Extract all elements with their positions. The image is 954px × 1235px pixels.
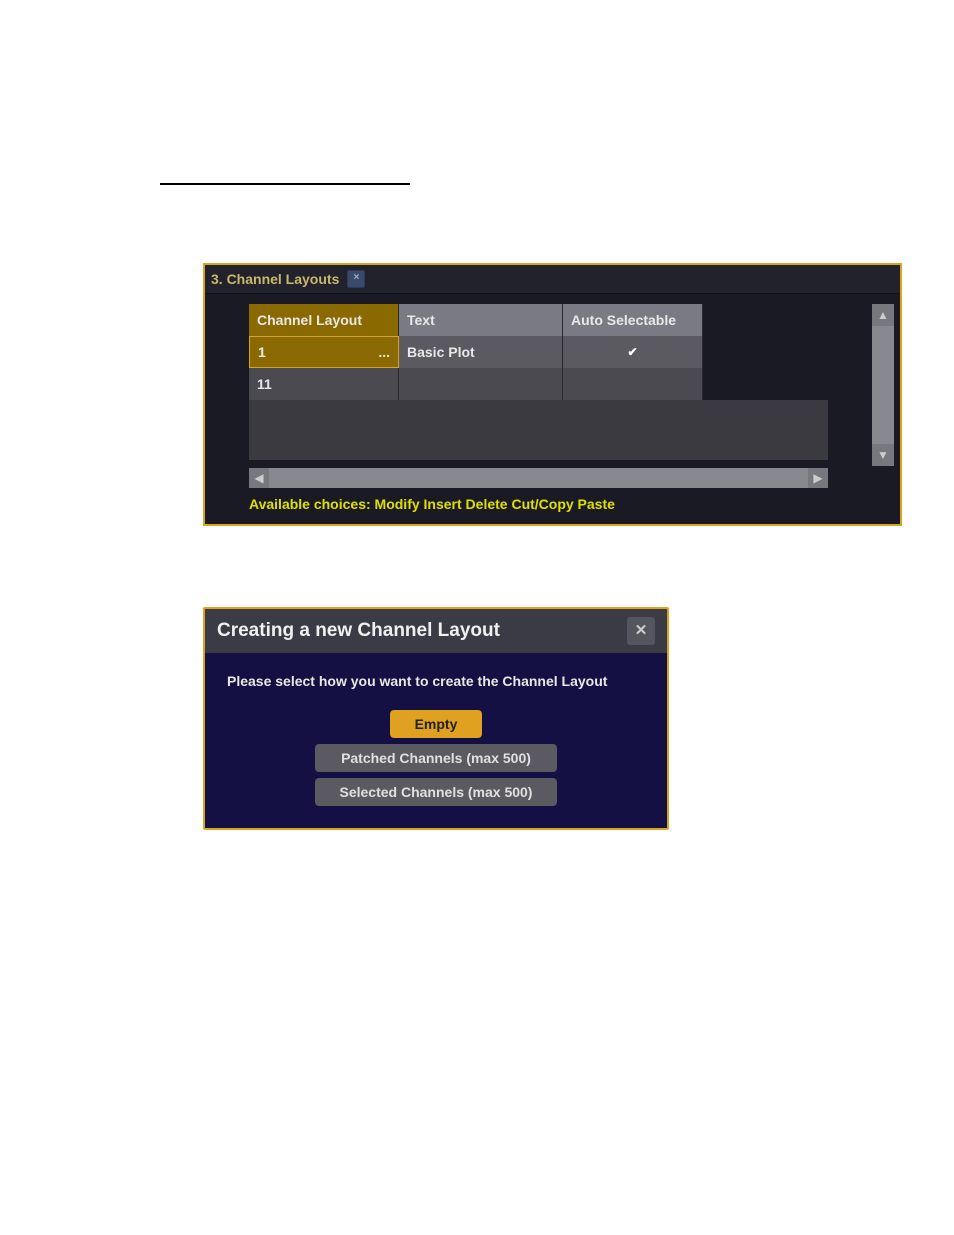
table-area: Channel Layout Text Auto Selectable 1 ..… — [249, 304, 900, 488]
patched-channels-button[interactable]: Patched Channels (max 500) — [315, 744, 557, 772]
vertical-scrollbar[interactable]: ▲ ▼ — [872, 304, 894, 466]
cell-layout-value: 1 — [258, 344, 266, 360]
scroll-right-icon[interactable]: ▶ — [808, 468, 828, 488]
cell-layout[interactable]: 11 — [249, 368, 399, 400]
table-empty-area — [249, 400, 828, 460]
header-channel-layout[interactable]: Channel Layout — [249, 304, 399, 336]
header-auto-selectable[interactable]: Auto Selectable — [563, 304, 703, 336]
ellipsis-icon[interactable]: ... — [378, 344, 390, 360]
cell-text[interactable]: Basic Plot — [399, 336, 563, 368]
empty-button[interactable]: Empty — [390, 710, 482, 738]
close-icon[interactable]: × — [347, 270, 365, 288]
cell-layout[interactable]: 1 ... — [249, 336, 399, 368]
create-channel-layout-dialog: Creating a new Channel Layout ✕ Please s… — [203, 607, 669, 830]
dialog-body: Please select how you want to create the… — [205, 653, 667, 828]
panel-title: 3. Channel Layouts — [211, 271, 339, 287]
table-row[interactable]: 11 — [249, 368, 864, 400]
dialog-title: Creating a new Channel Layout — [217, 620, 500, 642]
panel-footer-hint: Available choices: Modify Insert Delete … — [205, 488, 900, 524]
cell-auto[interactable] — [563, 368, 703, 400]
divider-line — [160, 183, 410, 185]
panel-titlebar[interactable]: 3. Channel Layouts × — [205, 265, 900, 294]
check-icon: ✔ — [627, 345, 637, 359]
horizontal-scrollbar[interactable]: ◀ ▶ — [249, 468, 828, 488]
scroll-up-icon[interactable]: ▲ — [872, 304, 894, 326]
header-text[interactable]: Text — [399, 304, 563, 336]
scroll-down-icon[interactable]: ▼ — [872, 444, 894, 466]
cell-auto[interactable]: ✔ — [563, 336, 703, 368]
row-gutter — [205, 304, 249, 488]
table-row[interactable]: 1 ... Basic Plot ✔ — [249, 336, 864, 368]
scroll-left-icon[interactable]: ◀ — [249, 468, 269, 488]
channel-layouts-panel: 3. Channel Layouts × Channel Layout Text… — [203, 263, 902, 526]
table-header-row: Channel Layout Text Auto Selectable — [249, 304, 864, 336]
dialog-titlebar[interactable]: Creating a new Channel Layout ✕ — [205, 609, 667, 653]
scroll-track[interactable] — [872, 326, 894, 444]
scroll-track[interactable] — [269, 468, 808, 488]
cell-text[interactable] — [399, 368, 563, 400]
dialog-prompt: Please select how you want to create the… — [227, 671, 645, 692]
close-icon[interactable]: ✕ — [627, 617, 655, 645]
cell-layout-value: 11 — [257, 376, 272, 392]
selected-channels-button[interactable]: Selected Channels (max 500) — [315, 778, 557, 806]
dialog-button-group: Empty Patched Channels (max 500) Selecte… — [227, 710, 645, 806]
